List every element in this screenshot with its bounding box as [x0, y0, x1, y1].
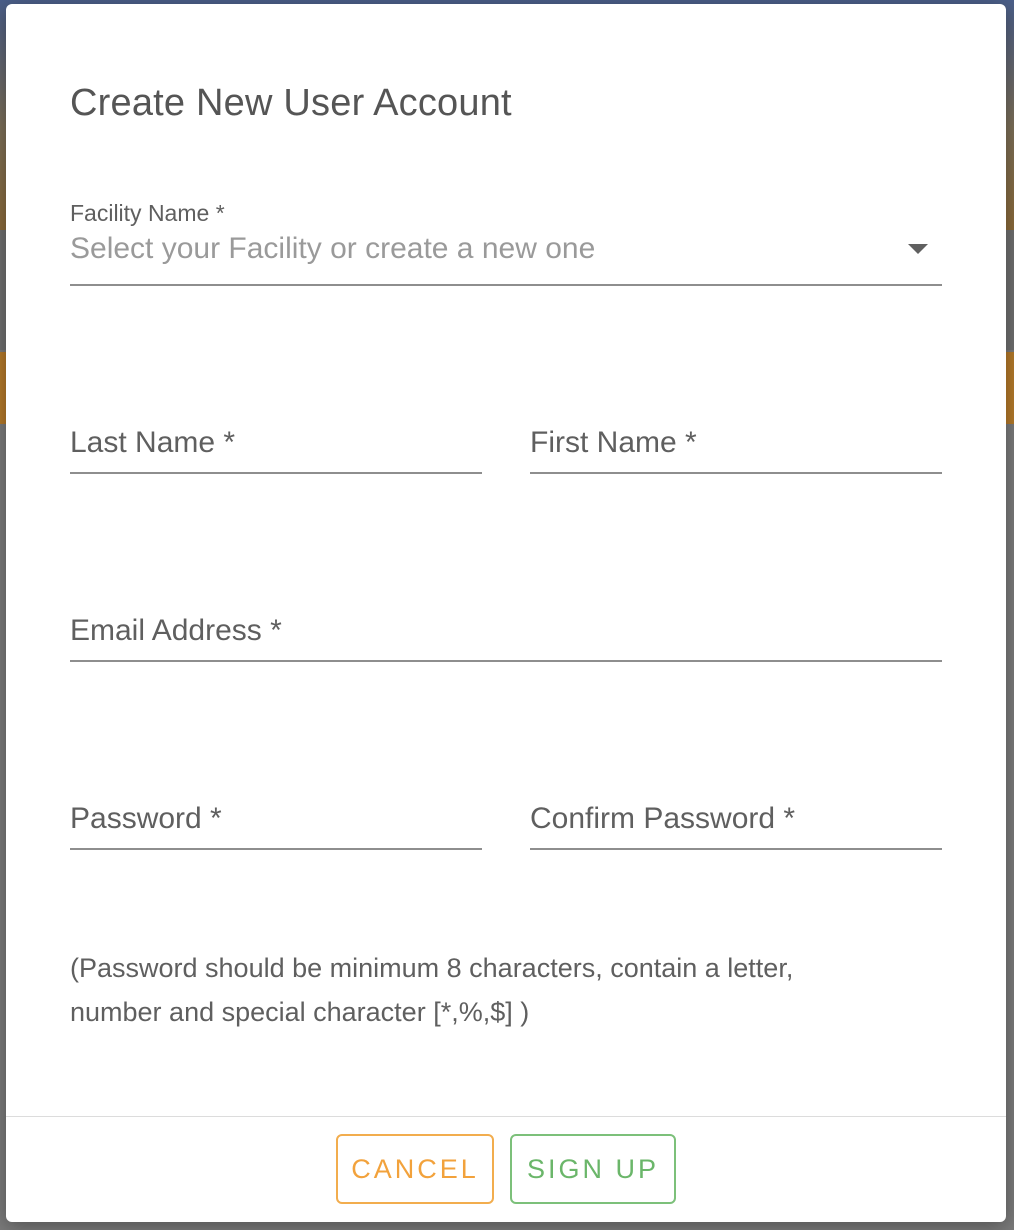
- last-name-label: Last Name *: [70, 426, 236, 459]
- password-field[interactable]: Password *: [70, 780, 482, 850]
- confirm-password-field[interactable]: Confirm Password *: [530, 780, 942, 850]
- cancel-button[interactable]: CANCEL: [336, 1134, 494, 1204]
- confirm-password-label: Confirm Password *: [530, 802, 796, 835]
- first-name-field[interactable]: First Name *: [530, 404, 942, 474]
- last-name-underline: [70, 472, 482, 474]
- email-label: Email Address *: [70, 614, 282, 647]
- footer-divider: [6, 1116, 1006, 1117]
- facility-underline: [70, 284, 942, 286]
- caret-down-icon[interactable]: [908, 244, 928, 254]
- first-name-underline: [530, 472, 942, 474]
- password-underline: [70, 848, 482, 850]
- facility-select[interactable]: Facility Name * Select your Facility or …: [70, 200, 942, 286]
- confirm-password-underline: [530, 848, 942, 850]
- email-underline: [70, 660, 942, 662]
- facility-label: Facility Name *: [70, 200, 225, 226]
- create-account-dialog: Create New User Account Facility Name * …: [6, 4, 1006, 1222]
- sign-up-button[interactable]: SIGN UP: [510, 1134, 676, 1204]
- first-name-label: First Name *: [530, 426, 697, 459]
- dialog-title: Create New User Account: [70, 82, 512, 124]
- facility-placeholder: Select your Facility or create a new one: [70, 232, 596, 265]
- email-field[interactable]: Email Address *: [70, 592, 942, 662]
- last-name-field[interactable]: Last Name *: [70, 404, 482, 474]
- password-hint: (Password should be minimum 8 characters…: [70, 953, 794, 1027]
- password-label: Password *: [70, 802, 222, 835]
